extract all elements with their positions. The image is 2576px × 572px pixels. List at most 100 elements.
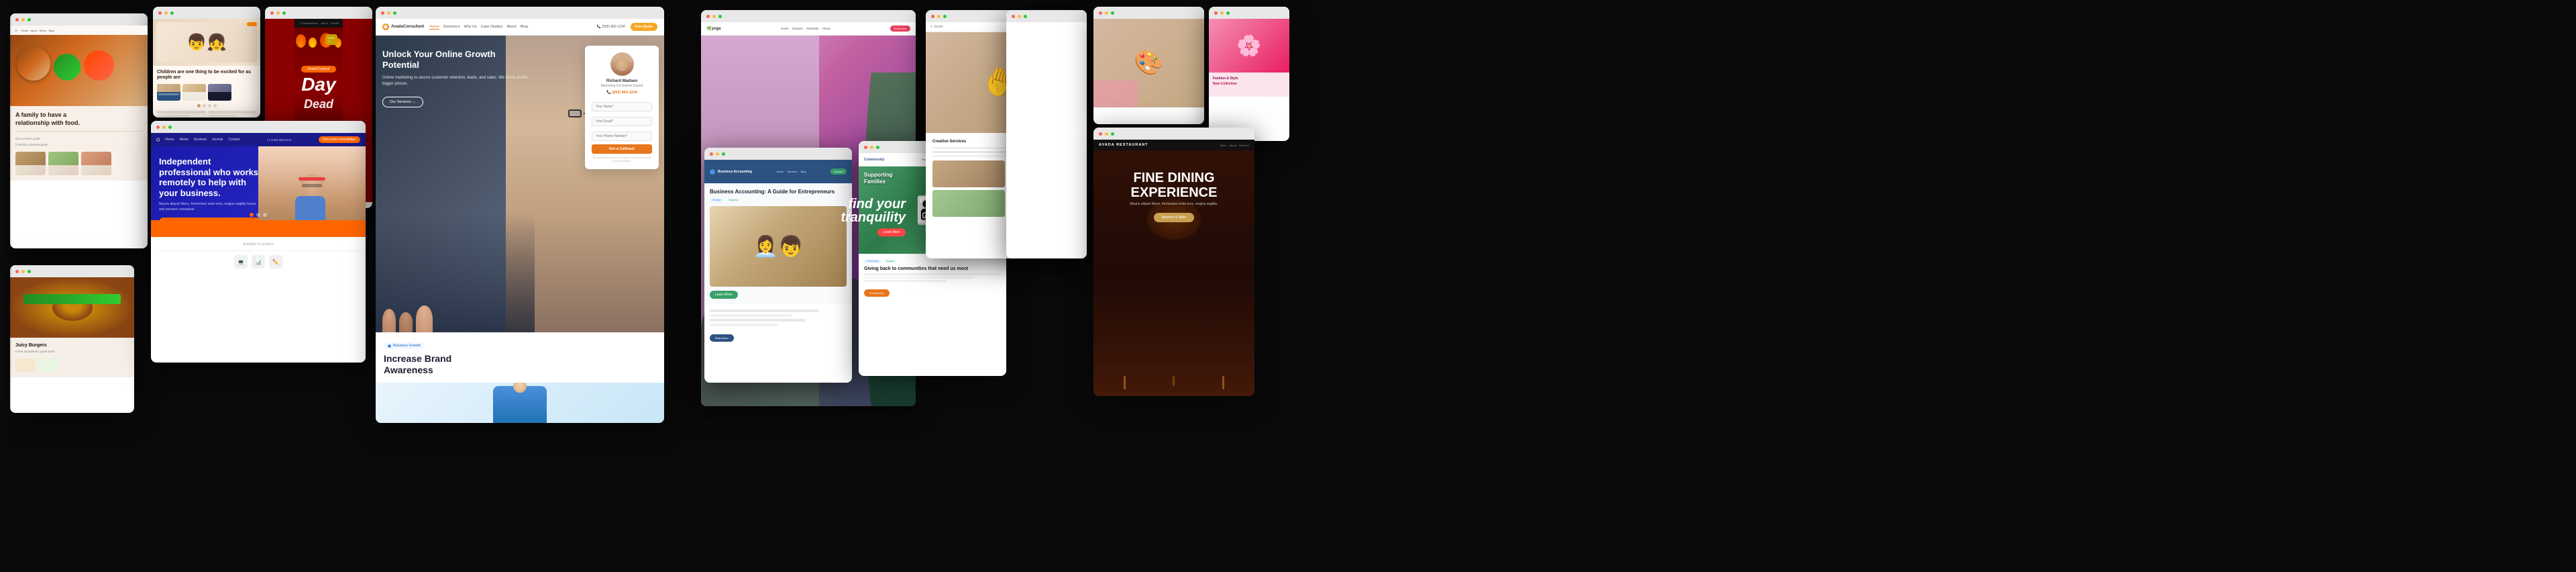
yoga-cta-btn[interactable]: Learn More	[877, 228, 906, 236]
exp-dot-b	[28, 270, 31, 273]
fam-line-1	[864, 273, 1001, 275]
yoga-link-4[interactable]: About	[822, 27, 830, 30]
left-fade	[0, 0, 12, 572]
fl-dot-2	[263, 213, 267, 217]
bottom-items	[157, 111, 256, 117]
food-browser-bar	[10, 13, 148, 26]
yoga-link-1[interactable]: Home	[781, 27, 789, 30]
rest-link-1[interactable]: Menu	[1220, 144, 1227, 147]
candle-1	[1124, 376, 1126, 389]
acc-link-1[interactable]: Home	[777, 170, 784, 173]
yoga-book-btn[interactable]: Book Now	[890, 26, 910, 32]
flower-1	[296, 34, 306, 48]
mod-min	[1105, 11, 1108, 15]
lux-min	[1018, 15, 1021, 18]
fl-hero: Independent professional who works remot…	[151, 146, 366, 237]
line-b	[157, 115, 191, 117]
children-area: 👦👧 Children are one thing to be excited …	[153, 19, 260, 117]
acc-family-bg: 👩‍💼👦	[710, 206, 847, 287]
fl-phone: +1 (246) 555-0147	[267, 138, 292, 142]
spa-exp	[943, 15, 947, 18]
acc-more-content: Read More	[704, 304, 852, 348]
fl-lower: Available for projects 💻 📊 ✏️	[151, 237, 366, 291]
fl-headline: Independent professional who works remot…	[159, 156, 261, 198]
rest-headline: FINE DINING EXPERIENCE	[1093, 171, 1254, 200]
lux-exp	[1024, 15, 1027, 18]
rest-link-2[interactable]: About	[1230, 144, 1236, 147]
food-images	[17, 39, 141, 81]
yoga-tagline: find your tranquility	[841, 197, 906, 224]
acc-learn-more[interactable]: Learn More	[710, 291, 738, 299]
portfolio-1	[932, 160, 1005, 187]
food-card-2	[48, 152, 78, 175]
callback-person-title: Marketing Consultant Expert	[592, 84, 652, 88]
cons-increase-headline: Increase Brand Awareness	[384, 353, 656, 376]
badge-dot	[388, 344, 391, 348]
acc-link-2[interactable]: Services	[787, 170, 797, 173]
mod-close	[1099, 11, 1102, 15]
fl-home[interactable]: Home	[165, 138, 174, 142]
cons-nav-casestudies[interactable]: Case Studies	[481, 25, 503, 29]
acc-line-3	[710, 319, 806, 322]
pink-hero-image: 🌸	[1209, 19, 1289, 73]
cons-nav-about[interactable]: About	[506, 25, 516, 29]
dod-close	[270, 11, 274, 15]
freelancer-website-mockup: ⬡ Home About Services Journal Contact +1…	[151, 121, 366, 363]
pink-website-mockup: 🌸 Fashion & Style New Collection	[1209, 7, 1289, 141]
cons-phone: 📞 (555) 802-1234	[597, 25, 625, 29]
dot-active	[197, 104, 201, 107]
callback-person-name: Richard Madsen	[592, 79, 652, 83]
fl-services[interactable]: Services	[194, 138, 207, 142]
card-dark-text	[157, 92, 180, 97]
callback-phone-field[interactable]	[592, 132, 652, 141]
card-dark-2-img	[208, 84, 231, 92]
fl-journal[interactable]: Journal	[212, 138, 223, 142]
yoga-link-2[interactable]: Classes	[792, 27, 803, 30]
cons-callback-card: Richard Madsen Marketing Consultant Expe…	[585, 46, 659, 169]
burger-lettuce	[23, 294, 121, 304]
fl-contact[interactable]: Contact	[228, 138, 239, 142]
fl-subtext: Mauris aliquet libero, fermentum enim er…	[159, 202, 261, 212]
rest-reserve-btn[interactable]: Reserve a Table	[1154, 213, 1194, 222]
fam-donate-btn[interactable]: Donate Now	[864, 289, 890, 297]
cons-nav-services[interactable]: Services ▾	[443, 25, 460, 29]
rest-link-3[interactable]: Reserve	[1239, 144, 1249, 147]
cons-nav-blog[interactable]: Blog	[521, 25, 528, 29]
rest-hero: FINE DINING EXPERIENCE Mauris aliquet li…	[1093, 150, 1254, 396]
cons-nav-home[interactable]: Home	[429, 25, 439, 30]
acc-min	[716, 152, 719, 156]
bowl-1	[17, 47, 50, 81]
cons-free-quote-btn[interactable]: Free Quote	[631, 23, 657, 31]
accounting-website-mockup: Business Accounting Home Services Blog C…	[704, 148, 852, 383]
callback-email-field[interactable]	[592, 117, 652, 126]
rest-browser-bar	[1093, 128, 1254, 140]
cons-nav-whyus[interactable]: Why Us	[464, 25, 476, 29]
fl-body	[295, 196, 325, 223]
pink-sub: New Collection	[1213, 82, 1285, 86]
acc-contact-btn[interactable]: Contact	[830, 169, 847, 175]
fl-about[interactable]: About	[180, 138, 189, 142]
fam-tag-1: Community	[864, 259, 881, 263]
acc-content: Business Accounting Home Services Blog C…	[704, 160, 852, 383]
close-dot-c	[158, 11, 162, 15]
callback-name-field[interactable]	[592, 102, 652, 111]
fl-cta-btn[interactable]: Get a free consultation	[319, 136, 360, 143]
rest-nav: AVADA RESTAURANT Menu About Reserve	[1093, 140, 1254, 150]
cons-hero-cta[interactable]: Our Services →	[382, 97, 423, 107]
yoga-link-3[interactable]: Schedule	[806, 27, 819, 30]
spa-logo: ✦ Studio	[930, 25, 943, 29]
acc-link-3[interactable]: Blog	[801, 170, 806, 173]
modern-browser-bar	[1093, 7, 1204, 19]
burger-tags	[15, 359, 129, 372]
cons-hero: Unlock Your Online Growth Potential Onli…	[376, 36, 664, 332]
dod-top-nav: ☽ Festival Home About Events	[294, 19, 343, 28]
dod-nav-logo: ☽ Festival	[299, 21, 311, 25]
rest-exp	[1111, 132, 1114, 136]
callback-submit-btn[interactable]: Get a Callback	[592, 144, 652, 154]
dod-browser-bar	[265, 7, 372, 19]
rest-subtext: Mauris aliquet libero, fermentum enim er…	[1093, 202, 1254, 207]
cons-exp	[393, 11, 396, 15]
acc-read-more[interactable]: Read More	[710, 334, 734, 342]
yoga-nav-links: Home Classes Schedule About	[781, 27, 830, 30]
fam-exp	[876, 146, 879, 149]
